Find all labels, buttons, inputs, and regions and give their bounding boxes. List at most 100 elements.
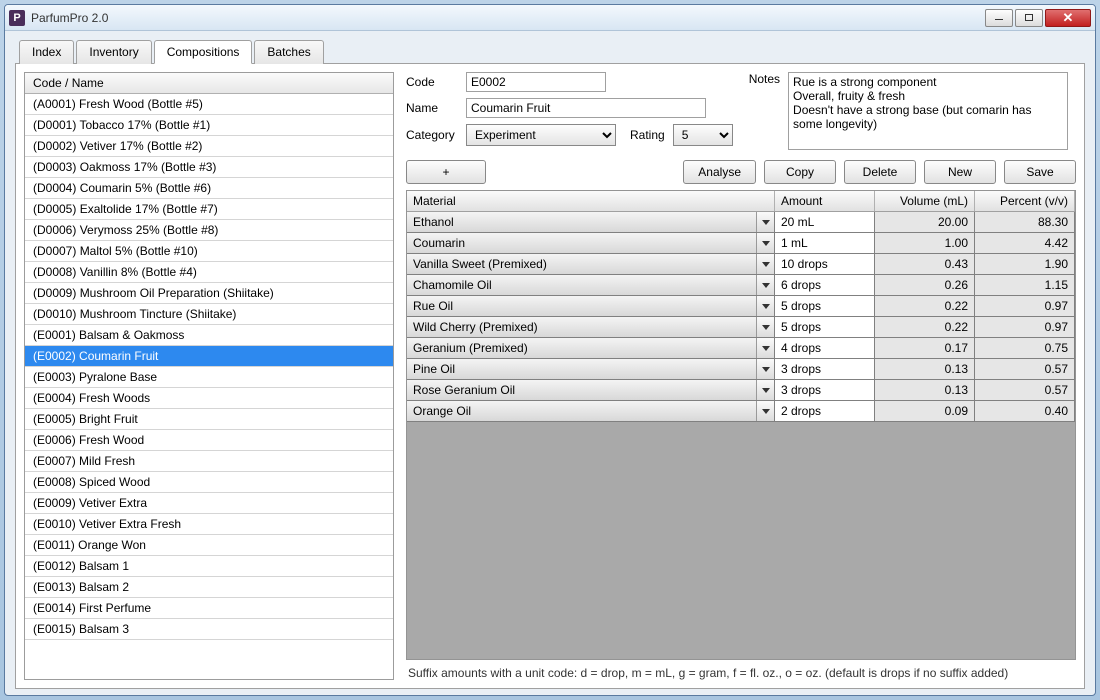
composition-row[interactable]: (D0002) Vetiver 17% (Bottle #2) <box>25 136 393 157</box>
new-button[interactable]: New <box>924 160 996 184</box>
materials-grid-header: Material Amount Volume (mL) Percent (v/v… <box>407 191 1075 212</box>
col-header-percent[interactable]: Percent (v/v) <box>975 191 1075 211</box>
material-cell[interactable]: Rue Oil <box>407 296 775 316</box>
composition-row[interactable]: (E0010) Vetiver Extra Fresh <box>25 514 393 535</box>
code-input[interactable] <box>466 72 606 92</box>
amount-cell[interactable]: 3 drops <box>775 359 875 379</box>
material-cell[interactable]: Ethanol <box>407 212 775 232</box>
composition-row[interactable]: (E0008) Spiced Wood <box>25 472 393 493</box>
material-cell[interactable]: Geranium (Premixed) <box>407 338 775 358</box>
amount-cell[interactable]: 2 drops <box>775 401 875 421</box>
material-cell[interactable]: Pine Oil <box>407 359 775 379</box>
volume-cell: 20.00 <box>875 212 975 232</box>
save-button[interactable]: Save <box>1004 160 1076 184</box>
volume-cell: 0.43 <box>875 254 975 274</box>
percent-cell: 0.57 <box>975 380 1075 400</box>
composition-row[interactable]: (E0014) First Perfume <box>25 598 393 619</box>
close-button[interactable]: ✕ <box>1045 9 1091 27</box>
amount-cell[interactable]: 3 drops <box>775 380 875 400</box>
material-dropdown-icon[interactable] <box>756 338 774 358</box>
composition-row[interactable]: (E0015) Balsam 3 <box>25 619 393 640</box>
tab-inventory[interactable]: Inventory <box>76 40 151 64</box>
rating-select[interactable]: 5 <box>673 124 733 146</box>
percent-cell: 0.97 <box>975 317 1075 337</box>
composition-list-header[interactable]: Code / Name <box>25 73 393 94</box>
composition-row[interactable]: (E0011) Orange Won <box>25 535 393 556</box>
composition-row[interactable]: (D0006) Verymoss 25% (Bottle #8) <box>25 220 393 241</box>
add-material-button[interactable]: + <box>406 160 486 184</box>
tab-index[interactable]: Index <box>19 40 74 64</box>
amount-cell[interactable]: 1 mL <box>775 233 875 253</box>
minimize-button[interactable] <box>985 9 1013 27</box>
composition-row[interactable]: (D0010) Mushroom Tincture (Shiitake) <box>25 304 393 325</box>
composition-row[interactable]: (E0001) Balsam & Oakmoss <box>25 325 393 346</box>
composition-row[interactable]: (E0004) Fresh Woods <box>25 388 393 409</box>
window-controls: ✕ <box>985 9 1091 27</box>
materials-row: Coumarin1 mL1.004.42 <box>407 233 1075 254</box>
composition-list[interactable]: (A0001) Fresh Wood (Bottle #5)(D0001) To… <box>25 94 393 679</box>
material-dropdown-icon[interactable] <box>756 212 774 232</box>
material-dropdown-icon[interactable] <box>756 275 774 295</box>
composition-row[interactable]: (E0013) Balsam 2 <box>25 577 393 598</box>
maximize-button[interactable] <box>1015 9 1043 27</box>
material-dropdown-icon[interactable] <box>756 359 774 379</box>
composition-row[interactable]: (D0001) Tobacco 17% (Bottle #1) <box>25 115 393 136</box>
material-dropdown-icon[interactable] <box>756 296 774 316</box>
composition-row[interactable]: (D0003) Oakmoss 17% (Bottle #3) <box>25 157 393 178</box>
material-cell[interactable]: Vanilla Sweet (Premixed) <box>407 254 775 274</box>
composition-row[interactable]: (E0007) Mild Fresh <box>25 451 393 472</box>
material-dropdown-icon[interactable] <box>756 233 774 253</box>
composition-row[interactable]: (E0006) Fresh Wood <box>25 430 393 451</box>
amount-cell[interactable]: 5 drops <box>775 296 875 316</box>
materials-row: Rue Oil5 drops0.220.97 <box>407 296 1075 317</box>
col-header-material[interactable]: Material <box>407 191 775 211</box>
materials-row: Orange Oil2 drops0.090.40 <box>407 401 1075 422</box>
amount-cell[interactable]: 10 drops <box>775 254 875 274</box>
composition-row[interactable]: (D0007) Maltol 5% (Bottle #10) <box>25 241 393 262</box>
material-cell[interactable]: Wild Cherry (Premixed) <box>407 317 775 337</box>
material-dropdown-icon[interactable] <box>756 380 774 400</box>
copy-button[interactable]: Copy <box>764 160 836 184</box>
amount-cell[interactable]: 6 drops <box>775 275 875 295</box>
footer-hint: Suffix amounts with a unit code: d = dro… <box>406 660 1076 680</box>
material-dropdown-icon[interactable] <box>756 254 774 274</box>
composition-row[interactable]: (E0002) Coumarin Fruit <box>25 346 393 367</box>
app-window: P ParfumPro 2.0 ✕ IndexInventoryComposit… <box>4 4 1096 696</box>
tab-batches[interactable]: Batches <box>254 40 323 64</box>
delete-button[interactable]: Delete <box>844 160 916 184</box>
analyse-button[interactable]: Analyse <box>683 160 756 184</box>
composition-row[interactable]: (E0005) Bright Fruit <box>25 409 393 430</box>
titlebar: P ParfumPro 2.0 ✕ <box>5 5 1095 31</box>
amount-cell[interactable]: 5 drops <box>775 317 875 337</box>
composition-row[interactable]: (E0012) Balsam 1 <box>25 556 393 577</box>
tab-compositions[interactable]: Compositions <box>154 40 253 64</box>
material-cell[interactable]: Coumarin <box>407 233 775 253</box>
composition-row[interactable]: (E0003) Pyralone Base <box>25 367 393 388</box>
percent-cell: 0.75 <box>975 338 1075 358</box>
material-dropdown-icon[interactable] <box>756 401 774 421</box>
col-header-amount[interactable]: Amount <box>775 191 875 211</box>
col-header-volume[interactable]: Volume (mL) <box>875 191 975 211</box>
composition-row[interactable]: (D0005) Exaltolide 17% (Bottle #7) <box>25 199 393 220</box>
materials-row: Vanilla Sweet (Premixed)10 drops0.431.90 <box>407 254 1075 275</box>
materials-grid-body: Ethanol20 mL20.0088.30Coumarin1 mL1.004.… <box>407 212 1075 659</box>
volume-cell: 0.13 <box>875 380 975 400</box>
composition-row[interactable]: (A0001) Fresh Wood (Bottle #5) <box>25 94 393 115</box>
composition-row[interactable]: (D0009) Mushroom Oil Preparation (Shiita… <box>25 283 393 304</box>
composition-row[interactable]: (D0008) Vanillin 8% (Bottle #4) <box>25 262 393 283</box>
material-dropdown-icon[interactable] <box>756 317 774 337</box>
amount-cell[interactable]: 20 mL <box>775 212 875 232</box>
form-fields: Code Name Category Experiment <box>406 72 733 152</box>
name-input[interactable] <box>466 98 706 118</box>
composition-row[interactable]: (D0004) Coumarin 5% (Bottle #6) <box>25 178 393 199</box>
content-area: IndexInventoryCompositionsBatches Code /… <box>5 31 1095 695</box>
button-row: + Analyse Copy Delete New Save <box>406 160 1076 184</box>
notes-textarea[interactable]: Rue is a strong component Overall, fruit… <box>788 72 1068 150</box>
material-cell[interactable]: Rose Geranium Oil <box>407 380 775 400</box>
amount-cell[interactable]: 4 drops <box>775 338 875 358</box>
material-cell[interactable]: Chamomile Oil <box>407 275 775 295</box>
composition-row[interactable]: (E0009) Vetiver Extra <box>25 493 393 514</box>
category-select[interactable]: Experiment <box>466 124 616 146</box>
window-title: ParfumPro 2.0 <box>31 11 985 25</box>
material-cell[interactable]: Orange Oil <box>407 401 775 421</box>
